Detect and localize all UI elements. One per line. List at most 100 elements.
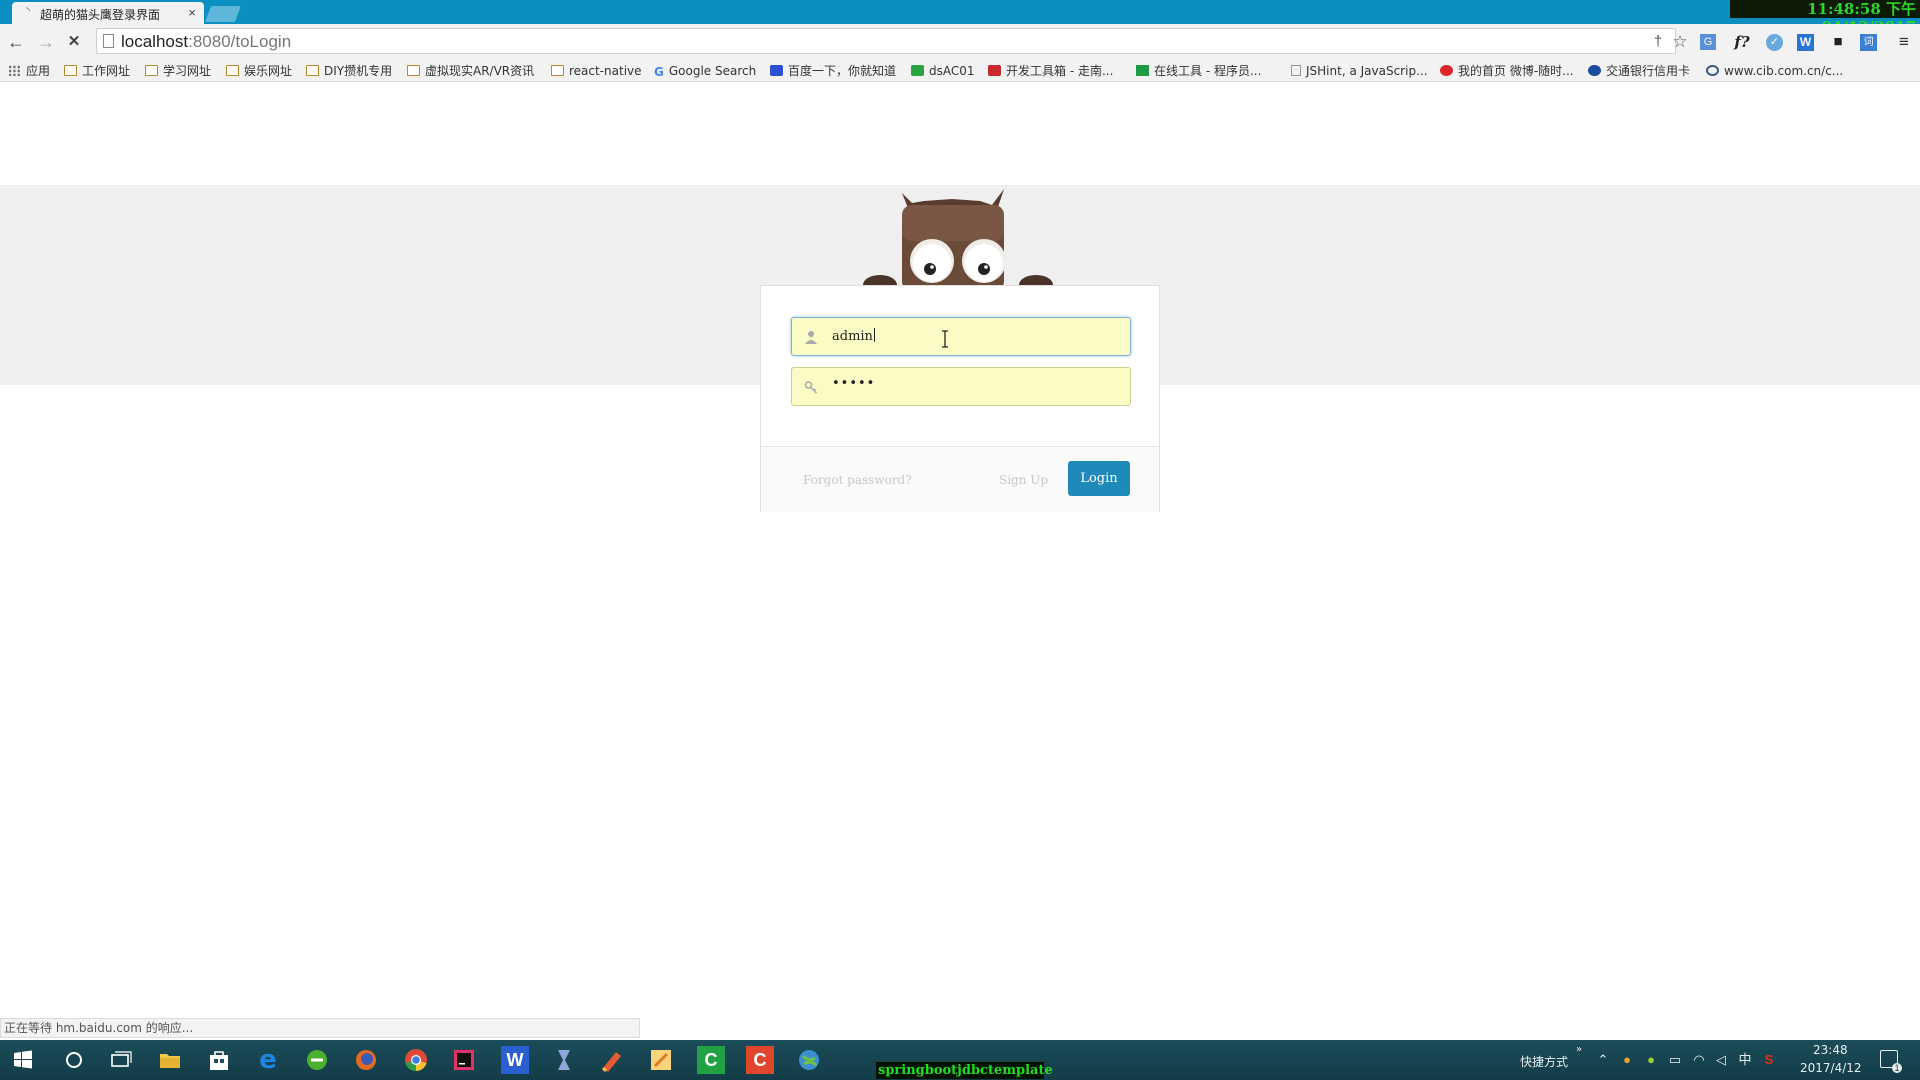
page-icon xyxy=(1291,65,1301,76)
bookmark-label: Google Search xyxy=(668,64,757,78)
login-card: admin ••••• Forgot password? Sign Up Log… xyxy=(760,285,1160,512)
owl-mascot xyxy=(863,189,1053,295)
bookmark-item[interactable]: 百度一下，你就知道 xyxy=(770,63,896,79)
user-icon xyxy=(805,331,817,344)
bookmarks-bar: 应用 工作网址 学习网址 娱乐网址 DIY攒机专用 虚拟现实AR/VR资讯 react-na… xyxy=(0,60,1920,82)
address-bar[interactable]: localhost:8080/toLogin xyxy=(96,28,1676,54)
bookmark-item[interactable]: 工作网址 xyxy=(64,63,130,79)
login-button[interactable]: Login xyxy=(1068,461,1130,496)
bookmark-item[interactable]: 学习网址 xyxy=(145,63,211,79)
dictionary-extension-icon[interactable]: 词 xyxy=(1860,34,1877,51)
bookmark-item[interactable]: 我的首页 微博-随时... xyxy=(1440,63,1574,79)
bank-icon xyxy=(1588,65,1601,76)
bookmark-label: 开发工具箱 - 走南... xyxy=(1006,64,1114,78)
bookmark-item[interactable]: 娱乐网址 xyxy=(226,63,292,79)
bookmark-item[interactable]: G Google Search xyxy=(654,63,756,79)
chrome-icon[interactable] xyxy=(402,1046,430,1074)
folder-icon xyxy=(551,65,564,76)
bookmark-item[interactable]: react-native xyxy=(551,63,642,79)
word-extension-icon[interactable]: W xyxy=(1797,34,1814,51)
edge-icon[interactable]: e xyxy=(254,1046,282,1074)
spy-extension-icon[interactable]: ■ xyxy=(1828,32,1848,52)
show-hidden-icons-icon[interactable]: ⌃ xyxy=(1596,1053,1610,1067)
task-view-icon[interactable] xyxy=(106,1046,134,1074)
bookmark-item[interactable]: 在线工具 - 程序员... xyxy=(1136,63,1261,79)
battery-icon[interactable]: ▭ xyxy=(1668,1053,1682,1067)
browser-tab[interactable]: ◝ 超萌的猫头鹰登录界面 × xyxy=(12,2,204,24)
word-icon[interactable]: W xyxy=(501,1046,529,1074)
browser-360-icon[interactable] xyxy=(303,1046,331,1074)
sign-up-link[interactable]: Sign Up xyxy=(999,473,1048,487)
key-icon[interactable]: † xyxy=(1648,32,1668,52)
forward-button[interactable]: → xyxy=(36,32,56,52)
c-green-icon[interactable]: C xyxy=(697,1046,725,1074)
bookmark-item[interactable]: DIY攒机专用 xyxy=(306,63,392,79)
bookmark-label: 百度一下，你就知道 xyxy=(788,64,897,78)
folder-icon xyxy=(306,65,319,76)
browser-titlebar: ◝ 超萌的猫头鹰登录界面 × 11:48:58 下午 04/12/2017 xyxy=(0,0,1920,36)
bookmark-label: 在线工具 - 程序员... xyxy=(1154,64,1262,78)
store-icon[interactable] xyxy=(205,1046,233,1074)
bookmark-label: 娱乐网址 xyxy=(244,64,293,78)
sogou-ime-icon[interactable]: S xyxy=(1762,1053,1776,1067)
bookmark-label: 交通银行信用卡 xyxy=(1606,64,1691,78)
bookmark-label: 工作网址 xyxy=(82,64,131,78)
username-value: admin xyxy=(832,328,875,344)
volume-icon[interactable]: ◁ xyxy=(1714,1053,1728,1067)
c-red-icon[interactable]: C xyxy=(746,1046,774,1074)
bookmark-item[interactable]: dsAC01 xyxy=(911,63,975,79)
notification-count: 1 xyxy=(1892,1063,1902,1073)
bookmark-item[interactable]: 开发工具箱 - 走南... xyxy=(988,63,1113,79)
forgot-password-link[interactable]: Forgot password? xyxy=(803,473,912,487)
username-field[interactable]: admin xyxy=(791,317,1131,356)
toolbar-expand-icon[interactable]: » xyxy=(1576,1044,1582,1055)
sheet-icon xyxy=(911,65,924,76)
qq-icon[interactable]: ● xyxy=(1620,1053,1634,1067)
stop-loading-button[interactable]: ✕ xyxy=(64,32,84,52)
close-tab-icon[interactable]: × xyxy=(188,5,196,20)
firefox-icon[interactable] xyxy=(352,1046,380,1074)
bookmark-item[interactable]: 交通银行信用卡 xyxy=(1588,63,1690,79)
password-field[interactable]: ••••• xyxy=(791,367,1131,406)
globe-icon[interactable] xyxy=(795,1046,823,1074)
windows-start-icon[interactable] xyxy=(12,1049,34,1071)
taskbar-time[interactable]: 23:48 xyxy=(1813,1043,1848,1057)
running-app-label: springbootjdbctemplate xyxy=(876,1062,1053,1079)
quick-launch-label[interactable]: 快捷方式 xyxy=(1520,1053,1568,1070)
new-tab-button[interactable] xyxy=(205,6,241,22)
tab-title: 超萌的猫头鹰登录界面 xyxy=(40,8,161,22)
weibo-icon xyxy=(1440,65,1453,76)
check-extension-icon[interactable]: ✓ xyxy=(1766,34,1783,51)
wifi-icon[interactable]: ◠ xyxy=(1692,1053,1706,1067)
notification-center-icon[interactable]: 1 xyxy=(1880,1050,1902,1073)
taskbar-date[interactable]: 2017/4/12 xyxy=(1800,1061,1862,1075)
paint-icon[interactable] xyxy=(598,1046,626,1074)
apps-icon xyxy=(8,65,21,76)
key-icon xyxy=(804,381,818,394)
bookmark-item[interactable]: www.cib.com.cn/c... xyxy=(1706,63,1843,79)
ime-indicator[interactable]: 中 xyxy=(1738,1053,1752,1067)
bookmark-label: 学习网址 xyxy=(163,64,212,78)
translate-extension-icon[interactable]: G xyxy=(1700,34,1716,50)
bookmark-item[interactable]: 应用 xyxy=(8,63,50,79)
bookmark-label: 虚拟现实AR/VR资讯 xyxy=(425,64,535,78)
formula-extension-icon[interactable]: f? xyxy=(1732,32,1752,52)
back-button[interactable]: ← xyxy=(6,32,26,52)
bookmark-label: react-native xyxy=(569,64,642,78)
editor-icon[interactable] xyxy=(647,1046,675,1074)
toolbox-icon xyxy=(988,65,1001,76)
file-explorer-icon[interactable] xyxy=(156,1046,184,1074)
bookmark-label: DIY攒机专用 xyxy=(324,64,393,78)
loading-icon: ◝ xyxy=(26,6,30,17)
desktop-clock: 11:48:58 下午 04/12/2017 xyxy=(1730,0,1920,36)
menu-icon[interactable]: ≡ xyxy=(1894,32,1914,52)
bookmark-item[interactable]: 虚拟现实AR/VR资讯 xyxy=(407,63,534,79)
security-360-icon[interactable]: ● xyxy=(1644,1053,1658,1067)
bookmark-item[interactable]: JSHint, a JavaScrip... xyxy=(1291,63,1428,79)
eye-icon xyxy=(1706,65,1719,76)
search-icon[interactable] xyxy=(60,1046,88,1074)
intellij-icon[interactable] xyxy=(450,1046,478,1074)
baidu-icon xyxy=(770,65,783,76)
sourcetree-icon[interactable] xyxy=(550,1046,578,1074)
bookmark-star-icon[interactable]: ☆ xyxy=(1670,32,1690,52)
